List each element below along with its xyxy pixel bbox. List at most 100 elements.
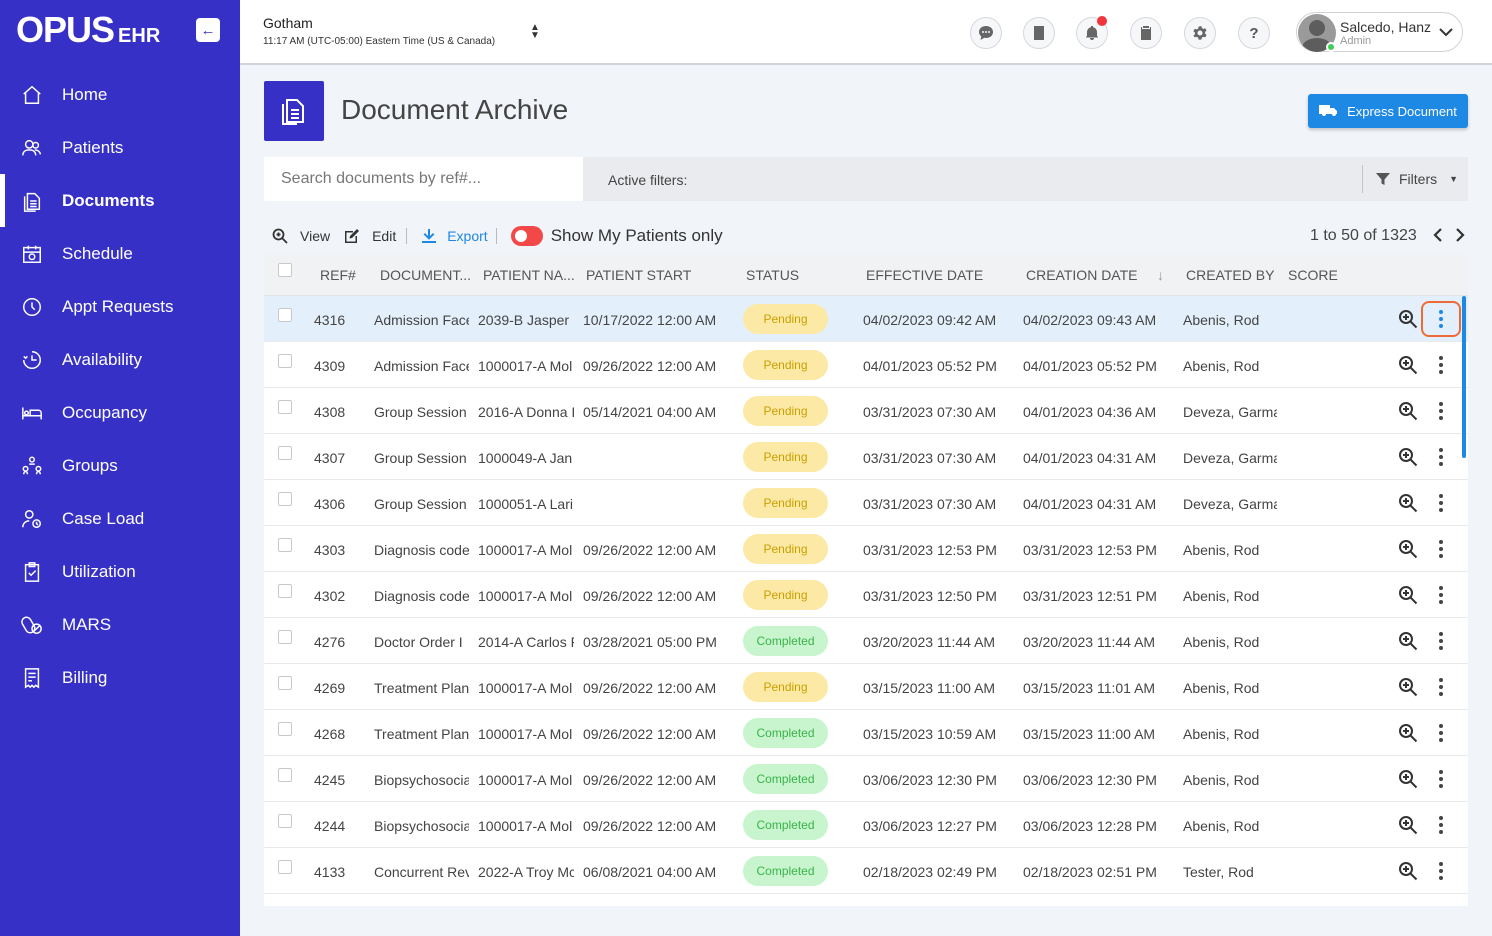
- table-row[interactable]: 4133 Concurrent Rev 2022-A Troy Mc 06/08/20…: [264, 848, 1468, 894]
- more-options-icon[interactable]: [1432, 675, 1450, 699]
- table-row[interactable]: 4268 Treatment Plan 1000017-A Mol 09/26/202…: [264, 710, 1468, 756]
- row-checkbox[interactable]: [278, 768, 292, 782]
- user-menu[interactable]: Salcedo, Hanz Admin: [1296, 12, 1463, 52]
- sidebar-item-mars[interactable]: MARS: [0, 598, 240, 651]
- zoom-in-icon[interactable]: [1398, 585, 1418, 605]
- sidebar-item-label: Utilization: [62, 561, 136, 581]
- bell-icon[interactable]: [1076, 16, 1108, 49]
- zoom-in-icon[interactable]: [1398, 677, 1418, 697]
- more-options-icon[interactable]: [1432, 813, 1450, 837]
- zoom-in-icon[interactable]: [1398, 631, 1418, 651]
- more-options-icon[interactable]: [1432, 537, 1450, 561]
- column-header-ref[interactable]: REF#: [320, 267, 356, 283]
- sidebar-item-groups[interactable]: Groups: [0, 439, 240, 492]
- cell-created-by: Abenis, Rod: [1183, 312, 1260, 328]
- search-input[interactable]: Search documents by ref#...: [264, 157, 583, 201]
- sidebar-item-billing[interactable]: Billing: [0, 651, 240, 704]
- more-options-icon[interactable]: [1432, 491, 1450, 515]
- location-name[interactable]: Gotham: [263, 15, 313, 31]
- chevron-left-icon[interactable]: [1432, 228, 1444, 242]
- row-checkbox[interactable]: [278, 538, 292, 552]
- row-checkbox[interactable]: [278, 814, 292, 828]
- table-row[interactable]: 4308 Group Session 2016-A Donna I 05/14/202…: [264, 388, 1468, 434]
- zoom-in-icon[interactable]: [1398, 539, 1418, 559]
- sidebar-item-schedule[interactable]: Schedule: [0, 227, 240, 280]
- clipboard-icon[interactable]: [1130, 17, 1162, 49]
- table-row[interactable]: 4276 Doctor Order I 2014-A Carlos F 03/28/2…: [264, 618, 1468, 664]
- sidebar-item-case-load[interactable]: Case Load: [0, 492, 240, 545]
- sidebar-item-availability[interactable]: Availability: [0, 333, 240, 386]
- zoom-in-icon[interactable]: [1398, 355, 1418, 375]
- zoom-in-icon[interactable]: [1398, 447, 1418, 467]
- table-row[interactable]: 4309 Admission Face 1000017-A Mol 09/26/202…: [264, 342, 1468, 388]
- more-options-icon[interactable]: [1432, 353, 1450, 377]
- table-scrollbar[interactable]: [1462, 296, 1466, 458]
- column-header-effective-date[interactable]: EFFECTIVE DATE: [866, 267, 983, 283]
- row-checkbox[interactable]: [278, 860, 292, 874]
- table-row[interactable]: 4245 Biopsychosocia 1000017-A Mol 09/26/202…: [264, 756, 1468, 802]
- zoom-in-icon[interactable]: [1398, 401, 1418, 421]
- column-header-created-by[interactable]: CREATED BY: [1186, 267, 1274, 283]
- sidebar-item-home[interactable]: Home: [0, 68, 240, 121]
- row-checkbox[interactable]: [278, 584, 292, 598]
- sidebar-item-appt-requests[interactable]: Appt Requests: [0, 280, 240, 333]
- sidebar-item-patients[interactable]: Patients: [0, 121, 240, 174]
- zoom-in-icon[interactable]: [1398, 769, 1418, 789]
- export-button[interactable]: Export: [406, 228, 497, 244]
- row-checkbox[interactable]: [278, 446, 292, 460]
- chevron-right-icon[interactable]: [1454, 228, 1466, 242]
- more-options-icon[interactable]: [1432, 721, 1450, 745]
- sidebar-item-label: Schedule: [62, 243, 133, 263]
- table-row[interactable]: 4269 Treatment Plan 1000017-A Mol 09/26/202…: [264, 664, 1468, 710]
- table-row[interactable]: 4303 Diagnosis code 1000017-A Mol 09/26/202…: [264, 526, 1468, 572]
- zoom-in-icon[interactable]: [1398, 815, 1418, 835]
- column-header-score[interactable]: SCORE: [1288, 267, 1338, 283]
- table-row[interactable]: 4316 Admission Face 2039-B Jasper 10/17/202…: [264, 296, 1468, 342]
- table-row[interactable]: 4244 Biopsychosocia 1000017-A Mol 09/26/202…: [264, 802, 1468, 848]
- row-checkbox[interactable]: [278, 492, 292, 506]
- select-all-checkbox[interactable]: [278, 263, 292, 277]
- column-header-document[interactable]: DOCUMENT...: [380, 267, 471, 283]
- more-options-icon[interactable]: [1421, 301, 1461, 337]
- row-checkbox[interactable]: [278, 722, 292, 736]
- column-header-status[interactable]: STATUS: [746, 267, 799, 283]
- zoom-in-icon[interactable]: [1398, 309, 1418, 329]
- table-row[interactable]: 4307 Group Session 1000049-A Jan 03/31/2023…: [264, 434, 1468, 480]
- my-patients-toggle[interactable]: [510, 226, 543, 246]
- row-checkbox[interactable]: [278, 308, 292, 322]
- column-header-creation-date[interactable]: CREATION DATE: [1026, 267, 1138, 283]
- zoom-in-icon[interactable]: [1398, 493, 1418, 513]
- zoom-in-icon[interactable]: [1398, 861, 1418, 881]
- table-row[interactable]: 4302 Diagnosis code 1000017-A Mol 09/26/202…: [264, 572, 1468, 618]
- sidebar-item-documents[interactable]: Documents: [0, 174, 240, 227]
- collapse-sidebar-button[interactable]: ←: [196, 18, 220, 42]
- more-options-icon[interactable]: [1432, 399, 1450, 423]
- more-options-icon[interactable]: [1432, 859, 1450, 883]
- view-label: View: [300, 228, 331, 244]
- chat-icon[interactable]: [970, 17, 1002, 49]
- more-options-icon[interactable]: [1432, 583, 1450, 607]
- more-options-icon[interactable]: [1432, 445, 1450, 469]
- sidebar-item-utilization[interactable]: Utilization: [0, 545, 240, 598]
- sidebar-item-occupancy[interactable]: Occupancy: [0, 386, 240, 439]
- column-header-patient-name[interactable]: PATIENT NA...: [483, 267, 575, 283]
- express-document-button[interactable]: Express Document: [1308, 94, 1468, 128]
- help-icon[interactable]: ?: [1238, 17, 1270, 49]
- opus-ehr-logo[interactable]: OPUS EHR: [16, 12, 160, 48]
- column-header-patient-start[interactable]: PATIENT START: [586, 267, 691, 283]
- sort-descending-icon[interactable]: ↓: [1157, 267, 1164, 283]
- filters-button[interactable]: Filters ▼: [1362, 165, 1458, 193]
- row-checkbox[interactable]: [278, 400, 292, 414]
- zoom-in-icon[interactable]: [1398, 723, 1418, 743]
- table-row[interactable]: 4306 Group Session 1000051-A Lari 03/31/202…: [264, 480, 1468, 526]
- view-button[interactable]: View: [272, 228, 330, 244]
- row-checkbox[interactable]: [278, 630, 292, 644]
- edit-button[interactable]: Edit: [344, 228, 396, 244]
- location-switch-icon[interactable]: ▲ ▼: [530, 23, 540, 41]
- row-checkbox[interactable]: [278, 676, 292, 690]
- more-options-icon[interactable]: [1432, 767, 1450, 791]
- gear-icon[interactable]: [1184, 17, 1216, 49]
- more-options-icon[interactable]: [1432, 629, 1450, 653]
- notes-icon[interactable]: [1023, 17, 1055, 49]
- row-checkbox[interactable]: [278, 354, 292, 368]
